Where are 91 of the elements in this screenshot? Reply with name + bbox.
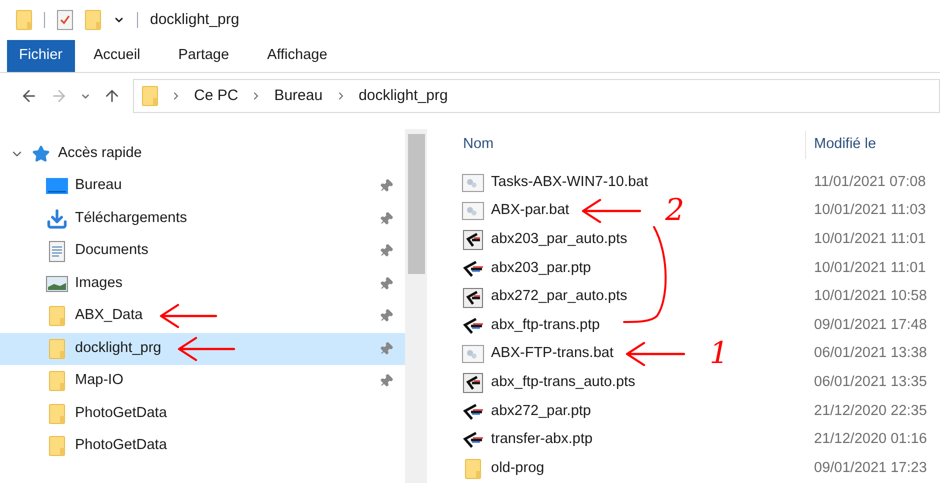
monitor-icon xyxy=(46,178,68,194)
folder-icon xyxy=(49,436,65,456)
file-row[interactable]: abx272_par_auto.pts 10/01/2021 10:58 xyxy=(453,282,940,312)
folder-icon xyxy=(49,371,65,392)
breadcrumb-item[interactable]: Bureau xyxy=(274,84,323,108)
sidebar-item[interactable]: docklight_prg xyxy=(0,332,405,365)
folder-icon xyxy=(49,404,65,424)
folder-icon xyxy=(465,458,481,479)
ribbon-tab[interactable]: Accueil xyxy=(74,40,160,72)
sidebar-label: Map-IO xyxy=(75,371,124,390)
sidebar-label: Images xyxy=(75,274,123,293)
file-row[interactable]: abx203_par_auto.pts 10/01/2021 11:01 xyxy=(453,226,940,254)
ribbon-tab[interactable]: Partage xyxy=(159,40,248,72)
sidebar-label: PhotoGetData xyxy=(75,404,167,423)
file-row[interactable]: abx_ftp-trans_auto.pts 06/01/2021 13:35 xyxy=(453,368,940,398)
modified-date: 21/12/2020 22:35 xyxy=(813,402,927,421)
modified-date: 11/01/2021 07:08 xyxy=(813,172,926,192)
breadcrumb-item[interactable]: Ce PC xyxy=(194,84,238,108)
annotation-arrow xyxy=(580,197,642,226)
annotation-arrow xyxy=(176,334,236,363)
sidebar-label: Téléchargements xyxy=(75,208,188,228)
file-name[interactable]: abx_ftp-trans.ptp xyxy=(491,314,600,337)
modified-date: 06/01/2021 13:35 xyxy=(813,373,927,392)
file-name[interactable]: old-prog xyxy=(491,458,544,480)
file-name[interactable]: transfer-abx.ptp xyxy=(491,429,593,451)
sidebar-label: ABX_Data xyxy=(75,306,143,326)
file-row[interactable]: transfer-abx.ptp 21/12/2020 01:16 xyxy=(453,426,940,454)
modified-date: 09/01/2021 17:48 xyxy=(813,316,927,335)
back-icon[interactable] xyxy=(20,87,38,105)
sidebar-item[interactable]: PhotoGetData xyxy=(0,398,405,430)
file-name[interactable]: abx272_par.ptp xyxy=(491,400,591,422)
file-name[interactable]: ABX-par.bat xyxy=(491,200,570,222)
sidebar-item[interactable]: Map-IO xyxy=(0,365,405,398)
annotation-number: 1 xyxy=(709,339,729,370)
folder-icon xyxy=(85,10,101,30)
image-icon xyxy=(46,276,68,292)
sidebar-item[interactable]: Images xyxy=(0,268,405,300)
modified-date: 10/01/2021 11:01 xyxy=(813,258,926,278)
file-name[interactable]: abx203_par.ptp xyxy=(491,258,591,280)
sidebar-item[interactable]: Documents xyxy=(0,235,405,268)
breadcrumb-item[interactable]: docklight_prg xyxy=(358,84,448,108)
folder-icon xyxy=(142,86,158,106)
modified-date: 10/01/2021 10:58 xyxy=(813,287,927,306)
up-icon[interactable] xyxy=(103,87,121,105)
star-icon xyxy=(32,144,50,162)
script-file-icon xyxy=(463,229,483,250)
modified-date: 09/01/2021 17:23 xyxy=(813,458,927,478)
window-title: docklight_prg xyxy=(150,10,240,30)
annotation-arrow xyxy=(624,340,686,368)
file-row[interactable]: old-prog 09/01/2021 17:23 xyxy=(453,454,940,483)
annotation-arrow xyxy=(158,302,218,330)
ribbon-tab[interactable]: Affichage xyxy=(248,40,346,72)
download-icon xyxy=(46,208,68,230)
file-name[interactable]: abx272_par_auto.pts xyxy=(491,286,628,308)
modified-date: 10/01/2021 11:01 xyxy=(813,230,926,250)
file-row[interactable]: ABX-FTP-trans.bat 1 06/01/2021 13:38 xyxy=(453,340,940,369)
script-file-icon xyxy=(463,372,483,394)
file-name[interactable]: abx_ftp-trans_auto.pts xyxy=(491,372,636,394)
address-bar[interactable]: Ce PC Bureau docklight_prg xyxy=(133,79,940,113)
file-row[interactable]: abx_ftp-trans.ptp 09/01/2021 17:48 xyxy=(453,311,940,340)
sidebar-label: Documents xyxy=(75,241,148,260)
scrollbar[interactable] xyxy=(405,129,427,483)
forward-icon[interactable] xyxy=(50,87,68,105)
column-header[interactable]: Modifié le xyxy=(806,134,876,156)
column-header[interactable]: Nom xyxy=(453,134,805,156)
file-row[interactable]: abx272_par.ptp 21/12/2020 22:35 xyxy=(453,397,940,426)
sidebar-label: Bureau xyxy=(75,176,122,196)
sidebar-item[interactable]: ABX_Data xyxy=(0,300,405,332)
sidebar-header[interactable]: Accès rapide xyxy=(58,142,142,164)
sidebar-item[interactable]: Bureau xyxy=(0,170,405,202)
file-name[interactable]: ABX-FTP-trans.bat xyxy=(491,343,614,366)
file-row[interactable]: Tasks-ABX-WIN7-10.bat 11/01/2021 07:08 xyxy=(453,168,940,198)
sidebar-item[interactable]: Téléchargements xyxy=(0,202,405,235)
sidebar-label: PhotoGetData xyxy=(75,436,167,456)
file-row[interactable]: abx203_par.ptp 10/01/2021 11:01 xyxy=(453,254,940,283)
file-row[interactable]: ABX-par.bat 2 10/01/2021 11:03 xyxy=(453,197,940,226)
document-icon xyxy=(49,240,65,262)
sidebar-label: docklight_prg xyxy=(75,338,162,358)
checklist-icon[interactable] xyxy=(57,10,73,30)
ribbon-tab[interactable]: Fichier xyxy=(7,40,75,72)
modified-date: 06/01/2021 13:38 xyxy=(813,344,927,364)
file-name[interactable]: abx203_par_auto.pts xyxy=(491,229,628,251)
modified-date: 10/01/2021 11:03 xyxy=(813,201,926,220)
folder-icon xyxy=(49,338,65,359)
annotation-number: 2 xyxy=(665,196,684,226)
modified-date: 21/12/2020 01:16 xyxy=(813,430,927,450)
folder-icon xyxy=(49,306,65,326)
folder-icon xyxy=(16,10,32,30)
sidebar-item[interactable]: PhotoGetData xyxy=(0,430,405,462)
script-file-icon xyxy=(463,286,483,308)
file-name[interactable]: Tasks-ABX-WIN7-10.bat xyxy=(491,172,648,194)
